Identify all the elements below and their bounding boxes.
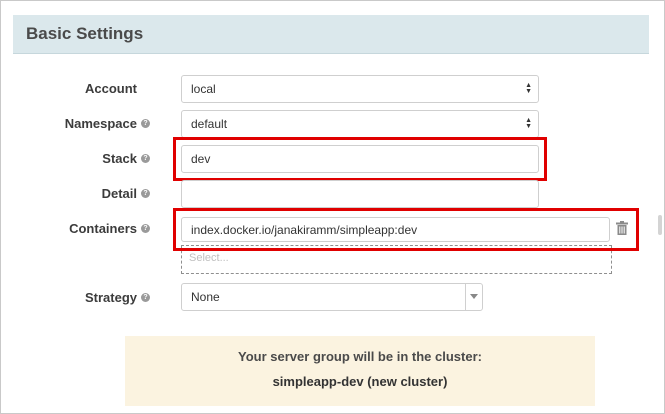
stack-highlight: [173, 137, 547, 181]
account-value: local: [191, 82, 216, 96]
help-icon[interactable]: ?: [141, 154, 150, 163]
help-icon[interactable]: ?: [141, 224, 150, 233]
settings-window: Basic Settings Account local ▲ ▼ Namespac…: [0, 0, 665, 414]
cluster-info-box: Your server group will be in the cluster…: [125, 336, 595, 406]
strategy-label: Strategy?: [85, 290, 150, 305]
container-select-placeholder: Select...: [189, 252, 229, 264]
detail-label: Detail?: [102, 186, 150, 201]
help-icon[interactable]: ?: [141, 119, 150, 128]
containers-label-text: Containers: [69, 221, 137, 236]
stack-label-text: Stack: [102, 151, 137, 166]
namespace-select[interactable]: default ▲ ▼: [181, 110, 539, 138]
account-label-text: Account: [85, 81, 137, 96]
cluster-name: simpleapp-dev (new cluster): [272, 374, 448, 389]
help-icon[interactable]: ?: [141, 189, 150, 198]
namespace-label: Namespace?: [65, 116, 150, 131]
account-label: Account: [85, 81, 150, 96]
containers-highlight: [173, 208, 639, 251]
strategy-select[interactable]: None: [181, 283, 483, 311]
namespace-label-text: Namespace: [64, 116, 137, 131]
chevron-down-icon[interactable]: [465, 284, 482, 310]
strategy-label-text: Strategy: [84, 290, 137, 305]
strategy-value: None: [191, 290, 220, 304]
detail-label-text: Detail: [101, 186, 137, 201]
cluster-info-message: Your server group will be in the cluster…: [238, 349, 482, 364]
panel-title: Basic Settings: [26, 24, 144, 43]
scrollbar[interactable]: [658, 215, 662, 235]
stack-label: Stack?: [102, 151, 150, 166]
up-down-arrows-icon: ▲ ▼: [525, 117, 532, 130]
account-select[interactable]: local ▲ ▼: [181, 75, 539, 103]
up-down-arrows-icon: ▲ ▼: [525, 82, 532, 95]
containers-label: Containers?: [69, 221, 150, 236]
detail-input[interactable]: [181, 180, 539, 208]
help-icon[interactable]: ?: [141, 293, 150, 302]
namespace-value: default: [191, 117, 228, 131]
panel-header: Basic Settings: [13, 15, 649, 54]
